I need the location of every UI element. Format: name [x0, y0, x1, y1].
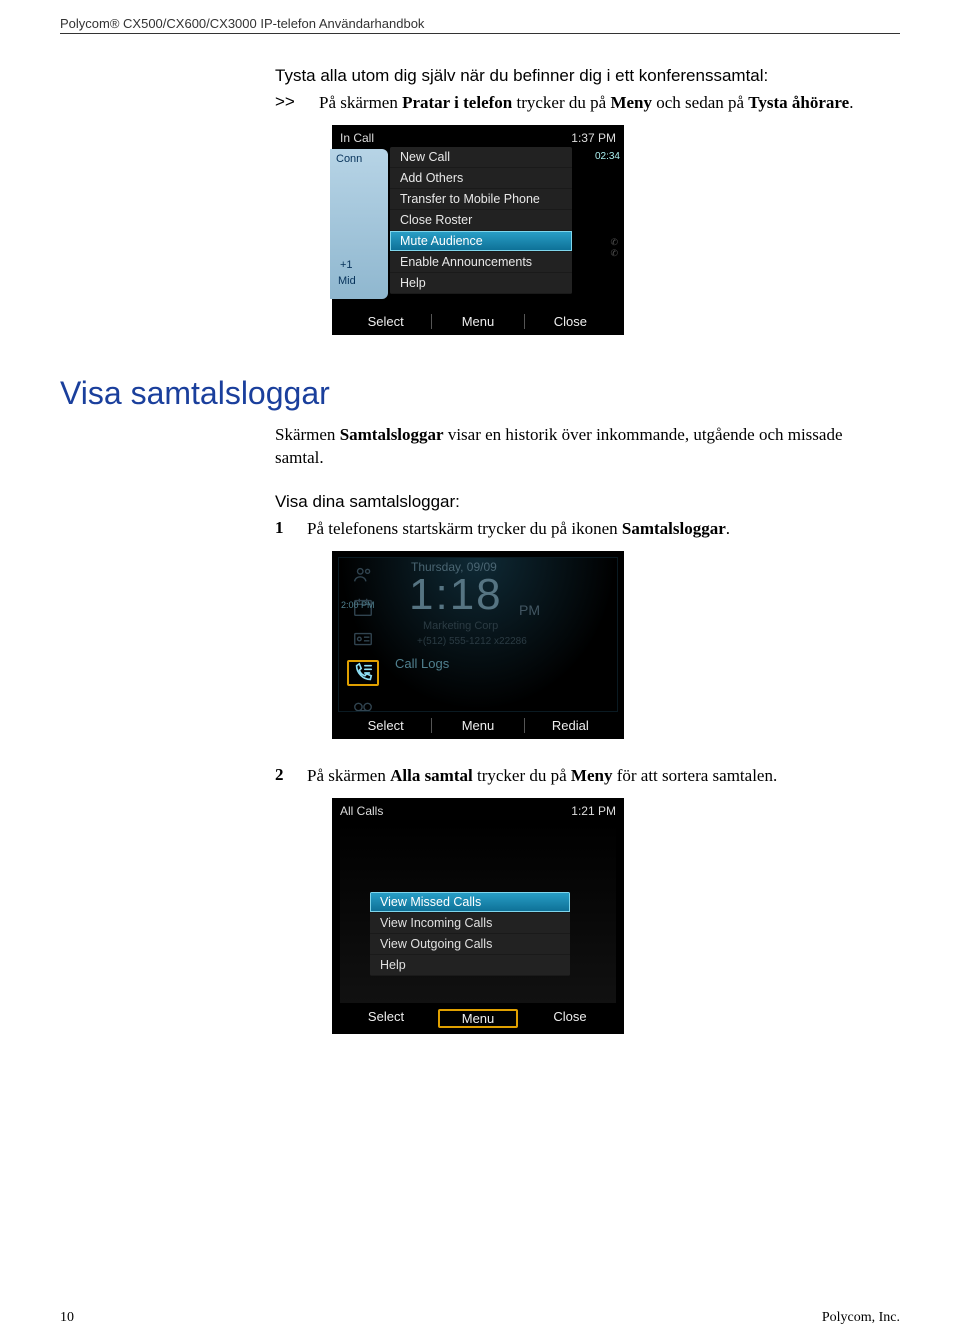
- subline1: Marketing Corp: [423, 620, 498, 632]
- softkey-close[interactable]: Close: [524, 1009, 616, 1028]
- page-number: 10: [60, 1310, 74, 1326]
- softkey-menu-highlighted[interactable]: Menu: [432, 1009, 524, 1028]
- menu-item[interactable]: View Incoming Calls: [370, 913, 570, 934]
- shot3-title: All Calls: [340, 804, 383, 818]
- shot1-time: 1:37 PM: [571, 131, 616, 145]
- page-header: Polycom® CX500/CX600/CX3000 IP-telefon A…: [60, 16, 900, 38]
- sec2-para: Skärmen Samtalsloggar visar en historik …: [275, 424, 860, 470]
- call-logs-label: Call Logs: [395, 656, 449, 671]
- company-name: Polycom, Inc.: [822, 1310, 900, 1326]
- shot3-time: 1:21 PM: [571, 804, 616, 818]
- menu-item[interactable]: Enable Announcements: [390, 252, 572, 273]
- menu-item[interactable]: New Call: [390, 147, 572, 168]
- step-text: På telefonens startskärm trycker du på i…: [307, 518, 730, 541]
- screenshot-all-calls-menu: All Calls 1:21 PM View Missed Calls View…: [332, 798, 900, 1034]
- phone-icon: ✆✆: [610, 237, 618, 259]
- menu-item[interactable]: Transfer to Mobile Phone: [390, 189, 572, 210]
- shot1-title: In Call: [340, 131, 374, 145]
- softkey-select[interactable]: Select: [340, 1009, 432, 1028]
- menu-item[interactable]: Help: [370, 955, 570, 976]
- softkey-redial[interactable]: Redial: [525, 718, 616, 733]
- step-marker: >>: [275, 92, 301, 115]
- call-duration: 02:34: [595, 151, 620, 162]
- softkey-select[interactable]: Select: [340, 718, 431, 733]
- all-calls-menu: View Missed Calls View Incoming Calls Vi…: [370, 892, 570, 976]
- softkey-menu[interactable]: Menu: [431, 718, 524, 733]
- subline2: +(512) 555-1212 x22286: [417, 636, 527, 647]
- menu-item-selected[interactable]: Mute Audience: [390, 231, 572, 252]
- card-icon[interactable]: [349, 628, 377, 650]
- softkey-close[interactable]: Close: [525, 314, 616, 329]
- softkey-select[interactable]: Select: [340, 314, 431, 329]
- step-text: På skärmen Pratar i telefon trycker du p…: [319, 92, 853, 115]
- mid-label: Mid: [338, 275, 356, 287]
- sec1-step: >> På skärmen Pratar i telefon trycker d…: [275, 92, 860, 115]
- small-time: 2:00 PM: [341, 600, 375, 610]
- softkey-menu[interactable]: Menu: [431, 314, 524, 329]
- page-footer: 10 Polycom, Inc.: [60, 1310, 900, 1326]
- voicemail-icon[interactable]: [349, 696, 377, 712]
- menu-item[interactable]: View Outgoing Calls: [370, 934, 570, 955]
- sec1-heading: Tysta alla utom dig själv när du befinne…: [275, 66, 860, 86]
- step-text: På skärmen Alla samtal trycker du på Men…: [307, 765, 777, 788]
- clock-big: 1:18: [409, 570, 503, 620]
- clock-pm: PM: [519, 602, 540, 618]
- step-number: 1: [275, 518, 289, 541]
- menu-item[interactable]: Add Others: [390, 168, 572, 189]
- menu-item[interactable]: Close Roster: [390, 210, 572, 231]
- screenshot-home-call-logs: 2:00 PM Thursday, 09/09 1:18 PM Marketin…: [332, 551, 900, 739]
- section-heading: Visa samtalsloggar: [60, 375, 900, 412]
- conn-label: Conn: [336, 153, 362, 165]
- in-call-menu: New Call Add Others Transfer to Mobile P…: [390, 147, 572, 294]
- screenshot-in-call-menu: In Call 1:37 PM Conn +1 Mid 02:34 ✆✆ New…: [332, 125, 900, 335]
- contacts-icon[interactable]: [349, 564, 377, 586]
- header-title: Polycom® CX500/CX600/CX3000 IP-telefon A…: [60, 16, 424, 31]
- menu-item-selected[interactable]: View Missed Calls: [370, 892, 570, 913]
- sec2-subheading: Visa dina samtalsloggar:: [275, 492, 860, 512]
- menu-item[interactable]: Help: [390, 273, 572, 294]
- step-number: 2: [275, 765, 289, 788]
- call-logs-icon[interactable]: [347, 660, 379, 686]
- plus-one: +1: [340, 259, 353, 271]
